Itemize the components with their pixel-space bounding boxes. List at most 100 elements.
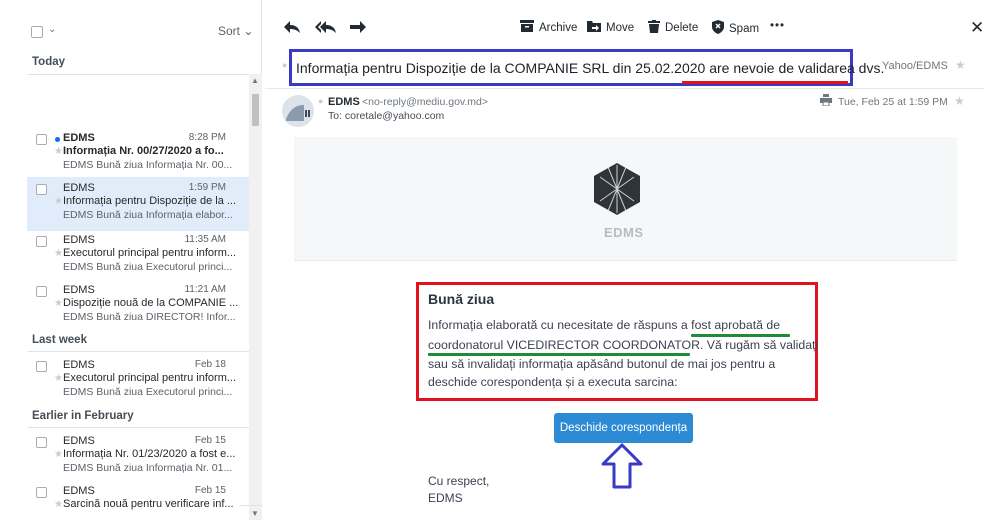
row-checkbox[interactable] [36,236,47,247]
delete-button[interactable]: Delete [648,20,698,36]
body-line-2: coordonatorul VICEDIRECTOR COORDONATOR. … [428,338,819,352]
row-checkbox[interactable] [36,286,47,297]
open-correspondence-button[interactable]: Deschide corespondența [554,413,693,443]
close-icon[interactable]: ✕ [970,18,984,38]
body-line-3: sau să invalidați informația apăsând but… [428,357,776,371]
row-checkbox[interactable] [36,361,47,372]
list-item[interactable]: EDMS 11:35 AM ★ Executorul principal pen… [27,229,249,283]
reply-all-icon[interactable] [315,19,337,39]
sender-name[interactable]: EDMS [328,96,360,108]
star-icon[interactable]: ★ [54,196,63,207]
row-subject: Dispoziție nouă de la COMPANIE ... [63,297,239,309]
logo-text: EDMS [604,225,644,240]
star-icon[interactable]: ★ [54,373,63,384]
star-icon[interactable]: ★ [54,499,63,510]
section-earlier-february: Earlier in February [32,410,134,422]
archive-button[interactable]: Archive [520,20,577,35]
section-divider [28,427,249,428]
section-divider [28,74,249,75]
row-time: 8:28 PM [188,132,226,143]
row-checkbox[interactable] [36,487,47,498]
star-icon[interactable]: ★ [955,58,966,72]
row-checkbox[interactable] [36,437,47,448]
row-snippet: EDMS Bună ziua DIRECTOR! Infor... [63,311,236,323]
row-checkbox[interactable] [36,184,47,195]
row-sender: EDMS [63,234,95,246]
row-subject: Informația pentru Dispoziție de la ... [63,195,237,207]
star-icon[interactable]: ★ [54,449,63,460]
edms-logo-icon [594,163,640,215]
list-item[interactable]: EDMS 11:21 AM ★ Dispoziție nouă de la CO… [27,279,249,333]
star-icon[interactable]: ★ [54,298,63,309]
print-icon[interactable] [820,94,832,109]
move-folder-icon [587,20,601,35]
body-line-4: deschide corespondența și a executa sarc… [428,375,678,389]
row-subject: Executorul principal pentru inform... [63,372,237,384]
list-item[interactable]: EDMS Feb 15 ★ Sarcină nouă pentru verifi… [27,480,249,520]
greeting: Bună ziua [428,291,495,307]
star-icon[interactable]: ★ [54,248,63,259]
star-icon[interactable]: ★ [54,146,63,157]
row-subject: Executorul principal pentru inform... [63,247,237,259]
folder-label: Yahoo/EDMS [882,60,948,72]
up-arrow-annotation-icon [601,443,643,489]
row-time: Feb 15 [194,435,226,446]
select-dropdown-chevron-icon[interactable]: ⌄ [48,24,56,35]
row-time: 1:59 PM [188,182,226,193]
email-banner [294,137,957,260]
sort-button[interactable]: Sort ⌄ [218,24,253,38]
row-time: 11:21 AM [184,284,226,295]
unread-dot-icon [55,137,60,142]
archive-label: Archive [539,21,578,34]
list-item[interactable]: EDMS Feb 15 ★ Informația Nr. 01/23/2020 … [27,430,249,484]
list-scrollbar[interactable]: ▲ ▼ [249,74,262,520]
move-label: Move [606,21,635,34]
select-all-checkbox[interactable] [31,26,43,38]
row-snippet: EDMS Bună ziua Informația elabor... [63,209,233,221]
shield-icon [712,20,724,37]
message-list: Today EDMS 8:28 PM ★ Informația Nr. 00/2… [0,50,262,520]
forward-icon[interactable] [349,19,367,39]
row-subject: Informația Nr. 01/23/2020 a fost e... [63,448,236,460]
header-divider [265,88,984,89]
more-actions-button[interactable]: ••• [770,20,785,32]
scroll-up-arrow-icon[interactable]: ▲ [251,76,259,85]
message-toolbar: Archive Move Delete Spam ••• [263,0,984,44]
row-time: Feb 15 [194,485,226,496]
delete-label: Delete [665,22,699,34]
message-subject: Informația pentru Dispoziție de la COMPA… [296,60,884,76]
row-time: Feb 18 [194,359,226,370]
list-toolbar: ⌄ Sort ⌄ [0,0,262,44]
message-list-pane: ⌄ Sort ⌄ Today EDMS 8:28 PM ★ Informația… [0,0,262,520]
move-button[interactable]: Move [587,20,634,35]
archive-icon [520,20,534,35]
subject-main: Informația pentru Dispoziție de la COMPA… [296,60,710,76]
subject-red-underline [682,81,848,84]
row-subject: Informația Nr. 00/27/2020 a fo... [63,145,224,157]
list-item[interactable]: EDMS 1:59 PM ★ Informația pentru Dispozi… [27,177,249,231]
list-item[interactable]: EDMS 8:28 PM ★ Informația Nr. 00/27/2020… [27,127,249,181]
avatar [282,95,314,127]
row-sender: EDMS [63,485,95,497]
section-today: Today [32,56,66,68]
spam-button[interactable]: Spam [712,20,759,37]
row-sender: EDMS [63,132,95,144]
section-divider [28,351,249,352]
sender-dot-icon: ● [318,96,324,106]
body-line-1: Informația elaborată cu necesitate de ră… [428,318,781,332]
row-subject: Sarcină nouă pentru verificare inf... [63,498,234,510]
star-icon[interactable]: ★ [954,94,965,108]
signature: EDMS [428,491,463,505]
list-footer-edge [240,505,262,520]
row-sender: EDMS [63,359,95,371]
spam-label: Spam [729,22,760,35]
trash-icon [648,20,660,36]
green-underline [691,334,790,337]
subject-highlight: are nevoie de validarea dvs. [709,60,885,76]
row-time: 11:35 AM [184,234,226,245]
reply-icon[interactable] [283,19,301,39]
unread-indicator-icon: ● [282,60,288,70]
list-item[interactable]: EDMS Feb 18 ★ Executorul principal pentr… [27,354,249,408]
row-checkbox[interactable] [36,134,47,145]
scroll-thumb[interactable] [252,94,259,126]
